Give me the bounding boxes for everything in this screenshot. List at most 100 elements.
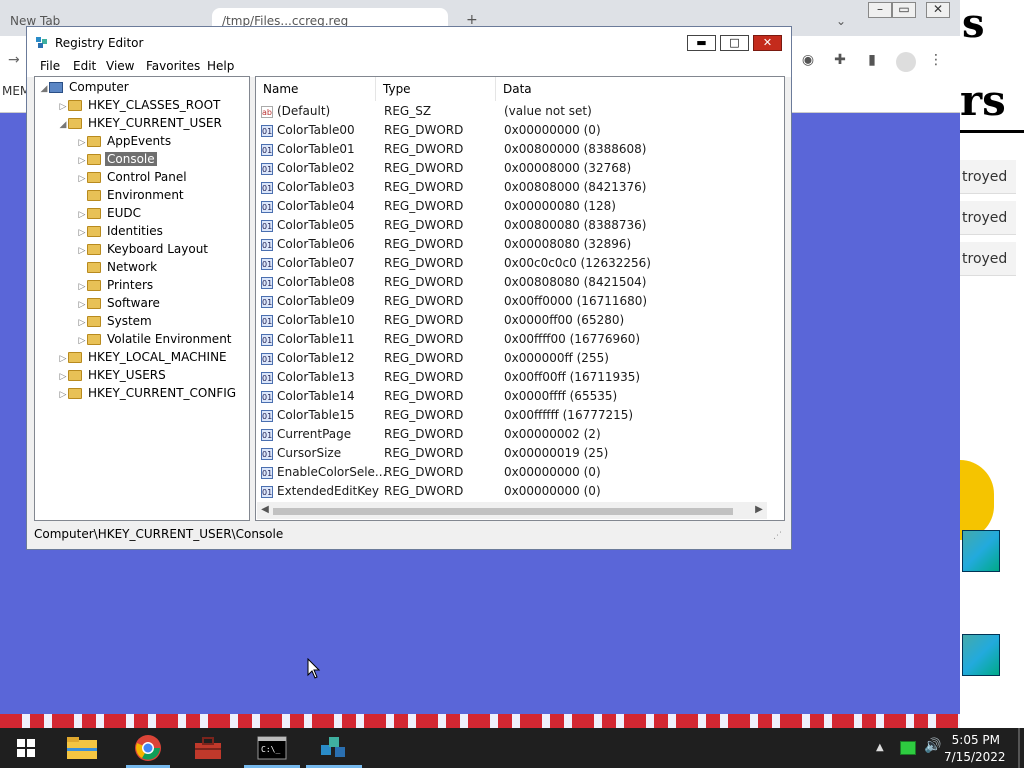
tree-node-label[interactable]: Computer <box>67 80 131 94</box>
tree-node-label[interactable]: HKEY_LOCAL_MACHINE <box>86 350 229 364</box>
minimize-button[interactable]: ▬ <box>687 35 716 51</box>
column-header-data[interactable]: Data <box>496 77 784 101</box>
value-row[interactable]: 01 ColorTable14 REG_DWORD 0x0000ffff (65535… <box>256 387 768 406</box>
horizontal-scroll-thumb[interactable] <box>273 508 733 515</box>
tree-node[interactable]: ▷ HKEY_CLASSES_ROOT <box>39 96 238 114</box>
value-row[interactable]: 01 ColorTable01 REG_DWORD 0x00800000 (83886… <box>256 140 768 159</box>
column-header-name[interactable]: Name <box>256 77 376 101</box>
show-desktop-button[interactable] <box>1018 728 1020 768</box>
tree-node[interactable]: ▷ Software <box>39 294 238 312</box>
value-row[interactable]: 01 ColorTable13 REG_DWORD 0x00ff00ff (16711… <box>256 368 768 387</box>
value-row[interactable]: 01 ColorTable08 REG_DWORD 0x00808080 (84215… <box>256 273 768 292</box>
tree-node-label[interactable]: HKEY_CURRENT_CONFIG <box>86 386 238 400</box>
value-row[interactable]: 01 ExtendedEditKey REG_DWORD 0x00000000 (0) <box>256 482 768 501</box>
toolbox-icon[interactable] <box>186 732 230 764</box>
value-row[interactable]: 01 ColorTable02 REG_DWORD 0x00008000 (32768… <box>256 159 768 178</box>
tree-node-label[interactable]: Printers <box>105 278 155 292</box>
expand-arrow-icon[interactable]: ▷ <box>58 386 68 404</box>
browser-maximize-button[interactable]: ▭ <box>892 2 916 18</box>
value-row[interactable]: 01 CursorSize REG_DWORD 0x00000019 (25) <box>256 444 768 463</box>
tree-node[interactable]: ▷ AppEvents <box>39 132 238 150</box>
show-hidden-icons-icon[interactable]: ▲ <box>876 742 884 753</box>
more-menu-icon[interactable]: ⋮ <box>928 52 944 68</box>
value-row[interactable]: 01 ColorTable05 REG_DWORD 0x00800080 (83887… <box>256 216 768 235</box>
side-panel-icon[interactable]: ▮ <box>864 52 880 68</box>
tree-node[interactable]: ▷ Printers <box>39 276 238 294</box>
value-row[interactable]: 01 ColorTable00 REG_DWORD 0x00000000 (0) <box>256 121 768 140</box>
menu-favorites[interactable]: Favorites <box>146 59 200 73</box>
tree-node-label[interactable]: HKEY_USERS <box>86 368 168 382</box>
collapse-arrow-icon[interactable]: ◢ <box>39 80 49 98</box>
tree-node[interactable]: ◢ Computer <box>39 78 238 96</box>
registry-file-icon[interactable] <box>962 634 1000 676</box>
value-row[interactable]: 01 EnableColorSele... REG_DWORD 0x00000000 … <box>256 463 768 482</box>
tree-node[interactable]: ▷ Volatile Environment <box>39 330 238 348</box>
desktop-icon-label[interactable]: nishad us.reg <box>962 684 1022 710</box>
tree-node-label[interactable]: Volatile Environment <box>105 332 234 346</box>
registry-file-icon[interactable] <box>962 530 1000 572</box>
tree-node-label[interactable]: HKEY_CURRENT_USER <box>86 116 224 130</box>
tree-node[interactable]: ▷ Console <box>39 150 238 168</box>
tree-node[interactable]: ▷ EUDC <box>39 204 238 222</box>
tree-node-label[interactable]: Software <box>105 296 162 310</box>
volume-icon[interactable]: 🔊 <box>924 738 941 754</box>
puzzle-extension-icon[interactable]: ✚ <box>832 52 848 68</box>
regedit-icon[interactable] <box>312 732 356 764</box>
tree-node-label[interactable]: HKEY_CLASSES_ROOT <box>86 98 222 112</box>
tree-node-label[interactable]: System <box>105 314 154 328</box>
desktop-icon-label[interactable]: propi.reg <box>962 580 1012 593</box>
scroll-right-arrow-icon[interactable]: ▶ <box>751 504 767 515</box>
tree-node-label[interactable]: Console <box>105 152 157 166</box>
value-row[interactable]: 01 ColorTable12 REG_DWORD 0x000000ff (255) <box>256 349 768 368</box>
tree-node-label[interactable]: Control Panel <box>105 170 189 184</box>
command-prompt-icon[interactable]: C:\_ <box>250 732 294 764</box>
profile-avatar-icon[interactable] <box>896 52 916 72</box>
flag-extension-icon[interactable]: ◉ <box>800 52 816 68</box>
tree-node[interactable]: Network <box>39 258 238 276</box>
tree-node[interactable]: ▷ HKEY_CURRENT_CONFIG <box>39 384 238 402</box>
tree-node[interactable]: ▷ System <box>39 312 238 330</box>
value-row[interactable]: 01 ColorTable07 REG_DWORD 0x00c0c0c0 (12632… <box>256 254 768 273</box>
tree-node[interactable]: ▷ HKEY_USERS <box>39 366 238 384</box>
windows-start-icon[interactable] <box>4 732 48 764</box>
value-row[interactable]: ab (Default) REG_SZ (value not set) <box>256 102 768 121</box>
menu-edit[interactable]: Edit <box>73 59 96 73</box>
value-row[interactable]: 01 ColorTable09 REG_DWORD 0x00ff0000 (16711… <box>256 292 768 311</box>
title-bar[interactable]: Registry Editor ▬ □ ✕ <box>27 27 791 57</box>
maximize-button[interactable]: □ <box>720 35 749 51</box>
tree-node-label[interactable]: AppEvents <box>105 134 173 148</box>
chevron-down-icon[interactable]: ⌄ <box>836 14 846 28</box>
chrome-icon[interactable] <box>126 732 170 764</box>
browser-close-button[interactable]: ✕ <box>926 2 950 18</box>
close-button[interactable]: ✕ <box>753 35 782 51</box>
value-row[interactable]: 01 CurrentPage REG_DWORD 0x00000002 (2) <box>256 425 768 444</box>
column-header-type[interactable]: Type <box>376 77 496 101</box>
scroll-left-arrow-icon[interactable]: ◀ <box>257 504 273 515</box>
browser-minimize-button[interactable]: – <box>868 2 892 18</box>
forward-arrow-icon[interactable]: → <box>8 52 20 68</box>
tree-node[interactable]: ▷ Identities <box>39 222 238 240</box>
tree-node[interactable]: ▷ Control Panel <box>39 168 238 186</box>
value-row[interactable]: 01 ColorTable06 REG_DWORD 0x00008080 (32896… <box>256 235 768 254</box>
value-row[interactable]: 01 ColorTable10 REG_DWORD 0x0000ff00 (65280… <box>256 311 768 330</box>
clock-date[interactable]: 7/15/2022 <box>944 750 1006 764</box>
value-row[interactable]: 01 ColorTable15 REG_DWORD 0x00ffffff (16777… <box>256 406 768 425</box>
tree-node-label[interactable]: Network <box>105 260 159 274</box>
collapse-arrow-icon[interactable]: ◢ <box>58 116 68 134</box>
network-status-icon[interactable] <box>900 741 916 755</box>
key-tree-pane[interactable]: ◢ Computer ▷ HKEY_CLASSES_ROOT ◢ HKEY_CURRENT… <box>34 76 250 521</box>
tree-node[interactable]: Environment <box>39 186 238 204</box>
menu-view[interactable]: View <box>106 59 134 73</box>
tree-node-label[interactable]: EUDC <box>105 206 143 220</box>
tree-node-label[interactable]: Environment <box>105 188 186 202</box>
tree-node-label[interactable]: Keyboard Layout <box>105 242 210 256</box>
tree-node[interactable]: ▷ Keyboard Layout <box>39 240 238 258</box>
tree-node[interactable]: ▷ HKEY_LOCAL_MACHINE <box>39 348 238 366</box>
file-explorer-icon[interactable] <box>60 732 104 764</box>
tree-node-label[interactable]: Identities <box>105 224 165 238</box>
clock-time[interactable]: 5:05 PM <box>944 733 1000 747</box>
tree-node[interactable]: ◢ HKEY_CURRENT_USER <box>39 114 238 132</box>
menu-help[interactable]: Help <box>207 59 234 73</box>
value-row[interactable]: 01 ColorTable11 REG_DWORD 0x00ffff00 (16776… <box>256 330 768 349</box>
resize-grip-icon[interactable]: ⋰ <box>773 531 782 541</box>
